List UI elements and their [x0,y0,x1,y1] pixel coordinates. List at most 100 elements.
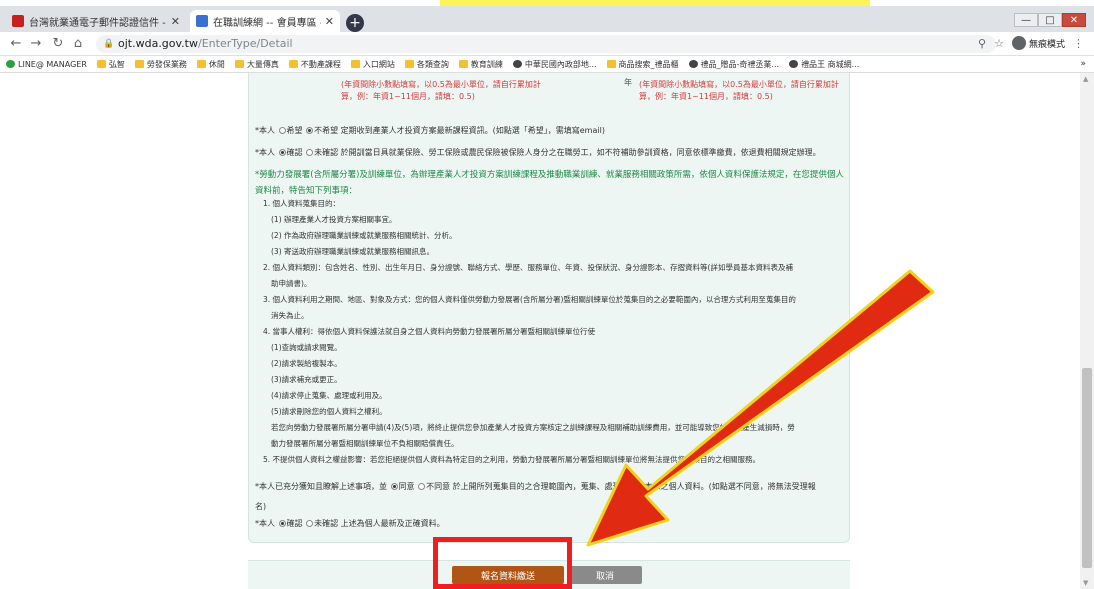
tab-ojt[interactable]: 在職訓練網 -- 會員專區 -- 會員資料 ✕ [190,10,340,32]
fee-note-right: (年資間除小數點填寫，以0.5為最小單位，請自行累加計算，例：年資1~11個月，… [639,80,839,101]
disagree-radio[interactable] [418,483,426,490]
back-arrow-icon[interactable]: ← [8,36,24,52]
subscribe-row: *本人 希望 不希望 定期收到產業人才投資方案最新課程資訊。(如點選「希望」，需… [255,125,845,136]
agree-row: *本人已充分獲知且瞭解上述事項，並 同意 不同意 於上開所列蒐集目的之合理範圍內… [255,481,845,492]
bookmark-item[interactable]: 商品搜索_禮品櫃 [606,59,679,70]
scroll-up-icon[interactable]: ▲ [1083,75,1088,83]
vertical-scrollbar[interactable]: ▲ ▼ [1080,73,1094,589]
privacy-item: 消失為止。 [271,311,309,320]
bookmarks-bar: LINE@ MANAGER 弘智 勞發保業務 休閒 大量傳真 不動產課程 入口網站 各類查詢 教… [0,56,1094,73]
lock-icon: 🔒 [103,39,115,49]
bookmark-item[interactable]: 禮品_贈品-奇禮丞業... [688,59,779,70]
row-prefix: *本人 [255,148,275,157]
privacy-item: (4)請求停止蒐集、處理或利用及。 [271,391,387,400]
cancel-button[interactable]: 取消 [568,566,642,584]
reload-icon[interactable]: ↻ [50,36,66,52]
bookmark-item[interactable]: 入口網站 [350,59,395,70]
scroll-down-icon[interactable]: ▼ [1083,579,1088,587]
privacy-note: *勞動力發展署(含所屬分署)及訓練單位，為辦理產業人才投資方案訓練課程及推動職業… [255,170,844,196]
bookmark-item[interactable]: 教育訓練 [458,59,503,70]
row-prefix: *本人已充分獲知且瞭解上述事項，並 [255,482,387,491]
privacy-item: (1) 辦理產業人才投資方案相關事宜。 [271,215,397,224]
close-window-button[interactable]: ✕ [1062,13,1086,27]
incognito-indicator[interactable]: 無痕模式 [1011,36,1065,50]
bookmark-label: 大量傳真 [246,59,279,69]
tab-title: 在職訓練網 -- 會員專區 -- 會員資料 [213,17,321,29]
identity-unconfirm-radio[interactable] [306,149,314,156]
final-unconfirm-radio[interactable] [306,520,314,527]
scrollbar-thumb[interactable] [1082,368,1092,568]
bookmark-label: 教育訓練 [470,59,503,69]
document-icon [196,15,208,27]
folder-icon [96,60,106,68]
privacy-item: (3) 寄送政府辦理職業訓練或就業服務相關訊息。 [271,247,435,256]
row-prefix: *本人 [255,126,275,135]
close-icon[interactable]: ✕ [325,15,334,28]
bookmark-label: 弘智 [108,59,125,69]
radio-label: 不同意 [426,482,451,491]
incognito-label: 無痕模式 [1028,39,1065,50]
maximize-button[interactable]: □ [1038,13,1062,27]
radio-label: 未確認 [314,148,339,157]
folder-icon [134,60,144,68]
radio-label: 同意 [398,482,415,491]
row-prefix: *本人 [255,519,275,528]
subscribe-yes-radio[interactable] [278,127,286,134]
folder-icon [404,60,414,68]
final-confirm-radio[interactable] [278,520,286,527]
tab-email[interactable]: 台灣就業通電子郵件認證信件 - ... ✕ [6,10,186,32]
globe-icon [512,60,522,68]
row-text: 上述為個人最新及正確資料。 [340,519,445,528]
row-text: 於開訓當日具就業保險、勞工保險或農民保險被保險人身分之在職勞工，如不符補助參訓資… [340,148,821,157]
subscribe-no-radio[interactable] [306,127,314,134]
bookmark-item[interactable]: 中華民國內政部地... [512,59,597,70]
forward-arrow-icon[interactable]: → [28,36,44,52]
bookmark-item[interactable]: LINE@ MANAGER [6,60,87,69]
privacy-item: (1)查詢或請求閱覽。 [271,343,342,352]
bookmark-item[interactable]: 休閒 [196,59,225,70]
gmail-icon [12,15,24,27]
folder-icon [458,60,468,68]
url-host: ojt.wda.gov.tw [118,37,198,50]
fee-note-left: (年資間除小數點填寫，以0.5為最小單位，請自行累加計算，例：年資1~11個月，… [341,80,541,101]
annotation-highlight-box [433,537,572,589]
privacy-item: 1. 個人資料蒐集目的： [263,199,341,208]
new-tab-button[interactable]: + [346,14,364,32]
row-text: 於上開所列蒐集目的之合理範圍內，蒐集、處理及利用本人之個人資料。(如點選不同意，… [452,482,816,491]
fee-unit-label: 年 [624,78,632,87]
row-text: 定期收到產業人才投資方案最新課程資訊。(如點選「希望」，需填寫email) [340,126,605,135]
folder-icon [350,60,360,68]
bookmark-item[interactable]: 不動產課程 [288,59,341,70]
bookmark-label: 商品搜索_禮品櫃 [618,59,679,69]
globe-icon [789,60,799,68]
bookmark-item[interactable]: 禮品王 商城網... [789,59,859,70]
url-field[interactable]: 🔒 ojt.wda.gov.tw/EnterType/Detail [96,35,996,53]
agree-radio[interactable] [390,483,398,490]
privacy-item: 助申請書)。 [271,279,312,288]
address-bar-actions: ⚲ ☆ 無痕模式 ⋮ [978,36,1084,50]
folder-icon [288,60,298,68]
bookmark-label: 入口網站 [362,59,395,69]
bookmark-item[interactable]: 大量傳真 [234,59,279,70]
home-icon[interactable]: ⌂ [70,36,86,52]
identity-confirm-row: *本人 確認 未確認 於開訓當日具就業保險、勞工保險或農民保險被保險人身分之在職… [255,147,845,158]
folder-icon [234,60,244,68]
privacy-item: (5)請求刪除您的個人資料之權利。 [271,407,387,416]
minimize-button[interactable]: — [1014,13,1038,27]
bookmark-label: LINE@ MANAGER [18,59,87,69]
zoom-icon[interactable]: ⚲ [978,37,986,50]
bookmark-label: 勞發保業務 [146,59,187,69]
close-icon[interactable]: ✕ [171,15,180,28]
bookmark-item[interactable]: 各類查詢 [404,59,449,70]
incognito-icon [1011,36,1026,50]
bookmark-item[interactable]: 弘智 [96,59,125,70]
menu-icon[interactable]: ⋮ [1073,37,1084,50]
radio-label: 不希望 [314,126,339,135]
star-icon[interactable]: ☆ [994,37,1004,50]
bookmarks-more-icon[interactable]: » [1080,59,1086,69]
identity-confirm-radio[interactable] [278,149,286,156]
folder-icon [196,60,206,68]
globe-icon [688,60,698,68]
bookmark-item[interactable]: 勞發保業務 [134,59,187,70]
bookmark-label: 禮品王 商城網... [801,59,860,69]
